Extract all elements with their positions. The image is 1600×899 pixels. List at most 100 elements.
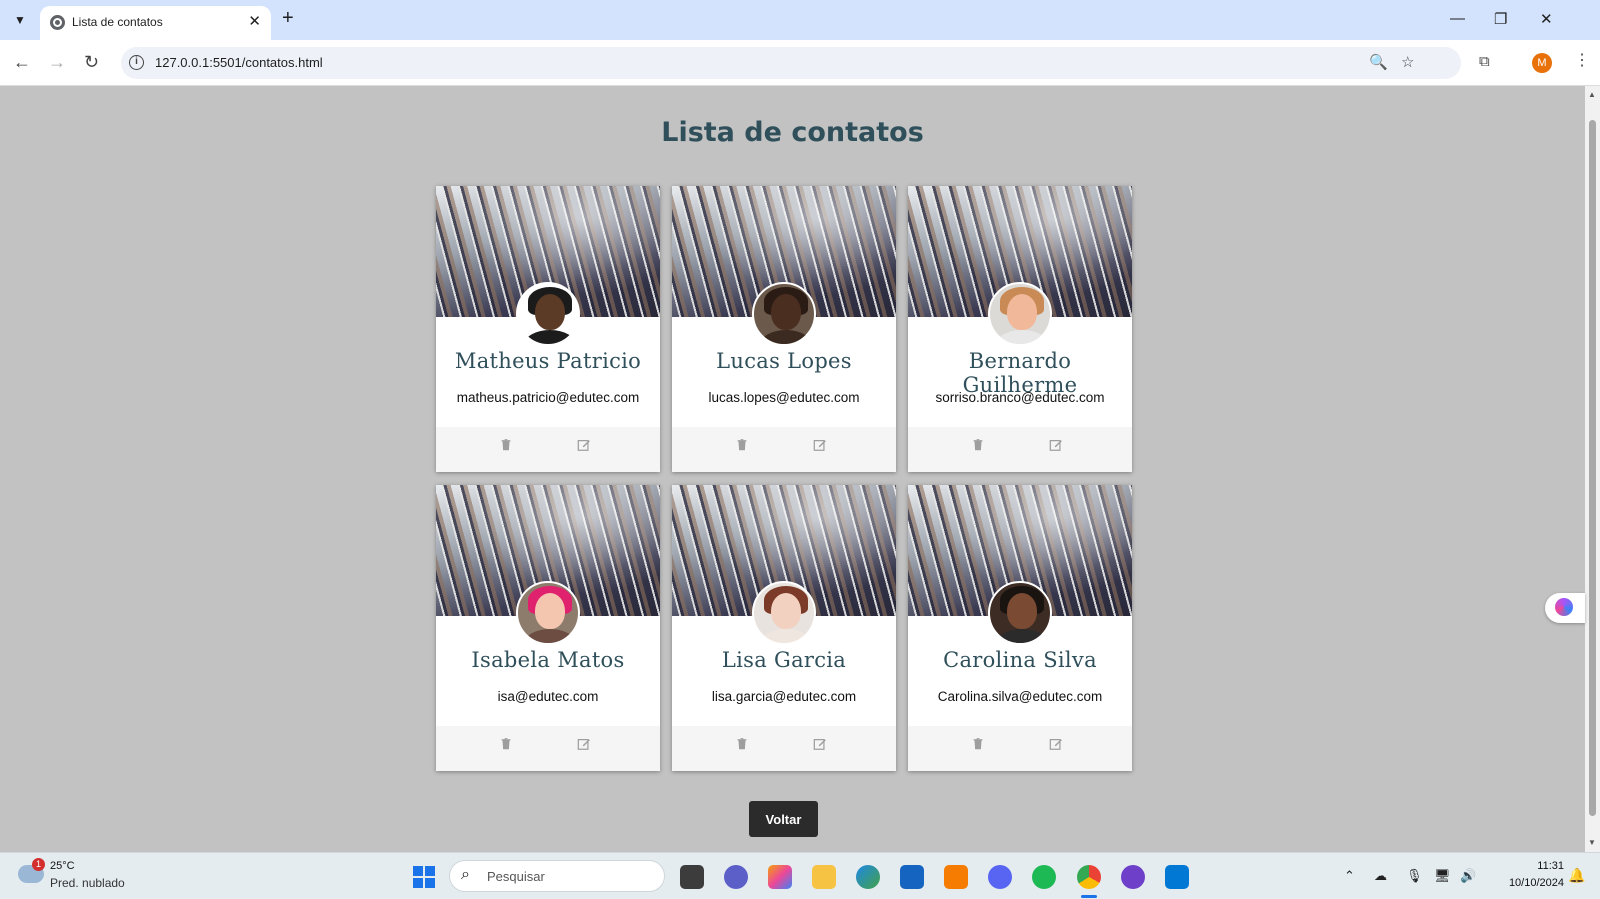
tab-title: Lista de contatos xyxy=(72,15,163,29)
browser-menu-icon[interactable]: ⋮ xyxy=(1574,50,1590,70)
volume-icon[interactable]: 🔊 xyxy=(1460,868,1476,884)
contact-card: Bernardo Guilherme sorriso.branco@edutec.… xyxy=(908,186,1132,472)
trash-icon[interactable] xyxy=(499,737,517,755)
store-icon[interactable] xyxy=(900,865,924,889)
avatar xyxy=(988,581,1052,645)
taskbar-search-placeholder: Pesquisar xyxy=(487,869,545,884)
card-actions xyxy=(436,427,660,472)
page-scrollbar[interactable]: ▲ ▼ xyxy=(1585,86,1600,852)
bookmark-star-icon[interactable]: ☆ xyxy=(1401,53,1414,71)
contact-card: Isabela Matos isa@edutec.com xyxy=(436,485,660,771)
contact-name: Matheus Patricio xyxy=(454,349,642,373)
avatar xyxy=(988,282,1052,346)
globe-icon xyxy=(50,15,65,30)
browser-tab-bar: ▼ Lista de contatos ✕ + — ❐ ✕ xyxy=(0,0,1600,40)
card-actions xyxy=(908,427,1132,472)
zoom-icon[interactable]: 🔍 xyxy=(1369,53,1388,71)
scroll-down-icon[interactable]: ▼ xyxy=(1588,838,1596,847)
url-text[interactable]: 127.0.0.1:5501/contatos.html xyxy=(155,55,323,70)
contact-name: Lisa Garcia xyxy=(721,648,847,672)
minimize-icon[interactable]: — xyxy=(1450,10,1465,27)
edge-icon[interactable] xyxy=(856,865,880,889)
vscode-icon[interactable] xyxy=(1165,865,1189,889)
onedrive-icon[interactable]: ☁ xyxy=(1374,868,1387,884)
search-icon: ⌕ xyxy=(461,866,470,883)
contact-card: Carolina Silva Carolina.silva@edutec.com xyxy=(908,485,1132,771)
contact-email: sorriso.branco@edutec.com xyxy=(935,390,1105,405)
teams-icon[interactable] xyxy=(724,865,748,889)
edit-icon[interactable] xyxy=(577,737,595,755)
page-title: Lista de contatos xyxy=(661,117,924,148)
edit-icon[interactable] xyxy=(1049,438,1067,456)
clock-date[interactable]: 10/10/2024 xyxy=(1494,877,1564,889)
contact-email: matheus.patricio@edutec.com xyxy=(456,390,640,405)
close-window-icon[interactable]: ✕ xyxy=(1540,10,1553,28)
edit-icon[interactable] xyxy=(1049,737,1067,755)
contact-email: lucas.lopes@edutec.com xyxy=(708,390,860,405)
avatar xyxy=(516,282,580,346)
network-icon[interactable]: 🖥 xyxy=(1434,868,1451,884)
new-tab-icon[interactable]: + xyxy=(282,8,294,28)
weather-temp[interactable]: 25°C xyxy=(50,860,75,872)
spotify-icon[interactable] xyxy=(1032,865,1056,889)
profile-avatar[interactable]: M xyxy=(1532,53,1552,73)
xampp-icon[interactable] xyxy=(944,865,968,889)
trash-icon[interactable] xyxy=(499,438,517,456)
scroll-thumb[interactable] xyxy=(1589,120,1596,816)
back-button[interactable]: Voltar xyxy=(749,801,818,837)
windows-start-icon[interactable] xyxy=(413,866,435,888)
contact-card: Lucas Lopes lucas.lopes@edutec.com xyxy=(672,186,896,472)
chrome-icon[interactable] xyxy=(1077,865,1101,889)
contact-card: Matheus Patricio matheus.patricio@edutec.… xyxy=(436,186,660,472)
edit-icon[interactable] xyxy=(577,438,595,456)
reload-icon[interactable]: ↻ xyxy=(84,52,99,73)
browser-toolbar: ← → ↻ i 127.0.0.1:5501/contatos.html 🔍 ☆ xyxy=(0,40,1600,86)
trash-icon[interactable] xyxy=(971,737,989,755)
back-arrow-icon[interactable]: ← xyxy=(13,52,31,73)
tab-search-chevron-icon[interactable]: ▼ xyxy=(8,8,32,32)
assistant-widget[interactable] xyxy=(1545,593,1585,623)
page-content: Lista de contatos Matheus Patricio matheu… xyxy=(0,86,1585,852)
edit-icon[interactable] xyxy=(813,438,831,456)
card-actions xyxy=(908,726,1132,771)
edit-icon[interactable] xyxy=(813,737,831,755)
trash-icon[interactable] xyxy=(735,737,753,755)
chrome-active-indicator xyxy=(1081,895,1097,898)
card-actions xyxy=(672,726,896,771)
card-actions xyxy=(436,726,660,771)
notification-bell-icon[interactable]: 🔔 xyxy=(1568,867,1585,884)
contact-email: Carolina.silva@edutec.com xyxy=(937,689,1103,704)
avatar xyxy=(752,282,816,346)
contact-name: Lucas Lopes xyxy=(716,349,852,373)
taskbar-search[interactable]: ⌕ Pesquisar xyxy=(449,860,665,892)
copilot-icon[interactable] xyxy=(768,865,792,889)
scroll-up-icon[interactable]: ▲ xyxy=(1588,90,1596,99)
trash-icon[interactable] xyxy=(735,438,753,456)
extensions-icon[interactable]: ⧉ xyxy=(1479,53,1490,70)
contact-name: Isabela Matos xyxy=(471,648,625,672)
avatar xyxy=(752,581,816,645)
github-desktop-icon[interactable] xyxy=(1121,865,1145,889)
card-actions xyxy=(672,427,896,472)
contact-email: isa@edutec.com xyxy=(497,689,599,704)
weather-badge: 1 xyxy=(32,858,45,871)
site-info-icon[interactable]: i xyxy=(129,55,144,70)
address-bar[interactable]: i 127.0.0.1:5501/contatos.html 🔍 ☆ xyxy=(121,47,1461,79)
contact-card: Lisa Garcia lisa.garcia@edutec.com xyxy=(672,485,896,771)
clock-time[interactable]: 11:31 xyxy=(1514,860,1564,872)
contact-name: Carolina Silva xyxy=(943,648,1097,672)
restore-icon[interactable]: ❐ xyxy=(1494,10,1507,28)
contact-email: lisa.garcia@edutec.com xyxy=(711,689,857,704)
brain-icon xyxy=(1555,598,1573,616)
tray-chevron-icon[interactable]: ⌃ xyxy=(1344,868,1355,884)
weather-desc[interactable]: Pred. nublado xyxy=(50,876,125,890)
browser-tab[interactable]: Lista de contatos ✕ xyxy=(40,6,271,40)
task-view-icon[interactable] xyxy=(680,865,704,889)
discord-icon[interactable] xyxy=(988,865,1012,889)
close-tab-icon[interactable]: ✕ xyxy=(248,12,261,30)
file-explorer-icon[interactable] xyxy=(812,865,836,889)
os-taskbar: 1 25°C Pred. nublado ⌕ Pesquisar ⌃ ☁ 🎙 🖥… xyxy=(0,852,1600,899)
trash-icon[interactable] xyxy=(971,438,989,456)
microphone-icon[interactable]: 🎙 xyxy=(1406,868,1423,884)
forward-arrow-icon[interactable]: → xyxy=(48,52,66,73)
